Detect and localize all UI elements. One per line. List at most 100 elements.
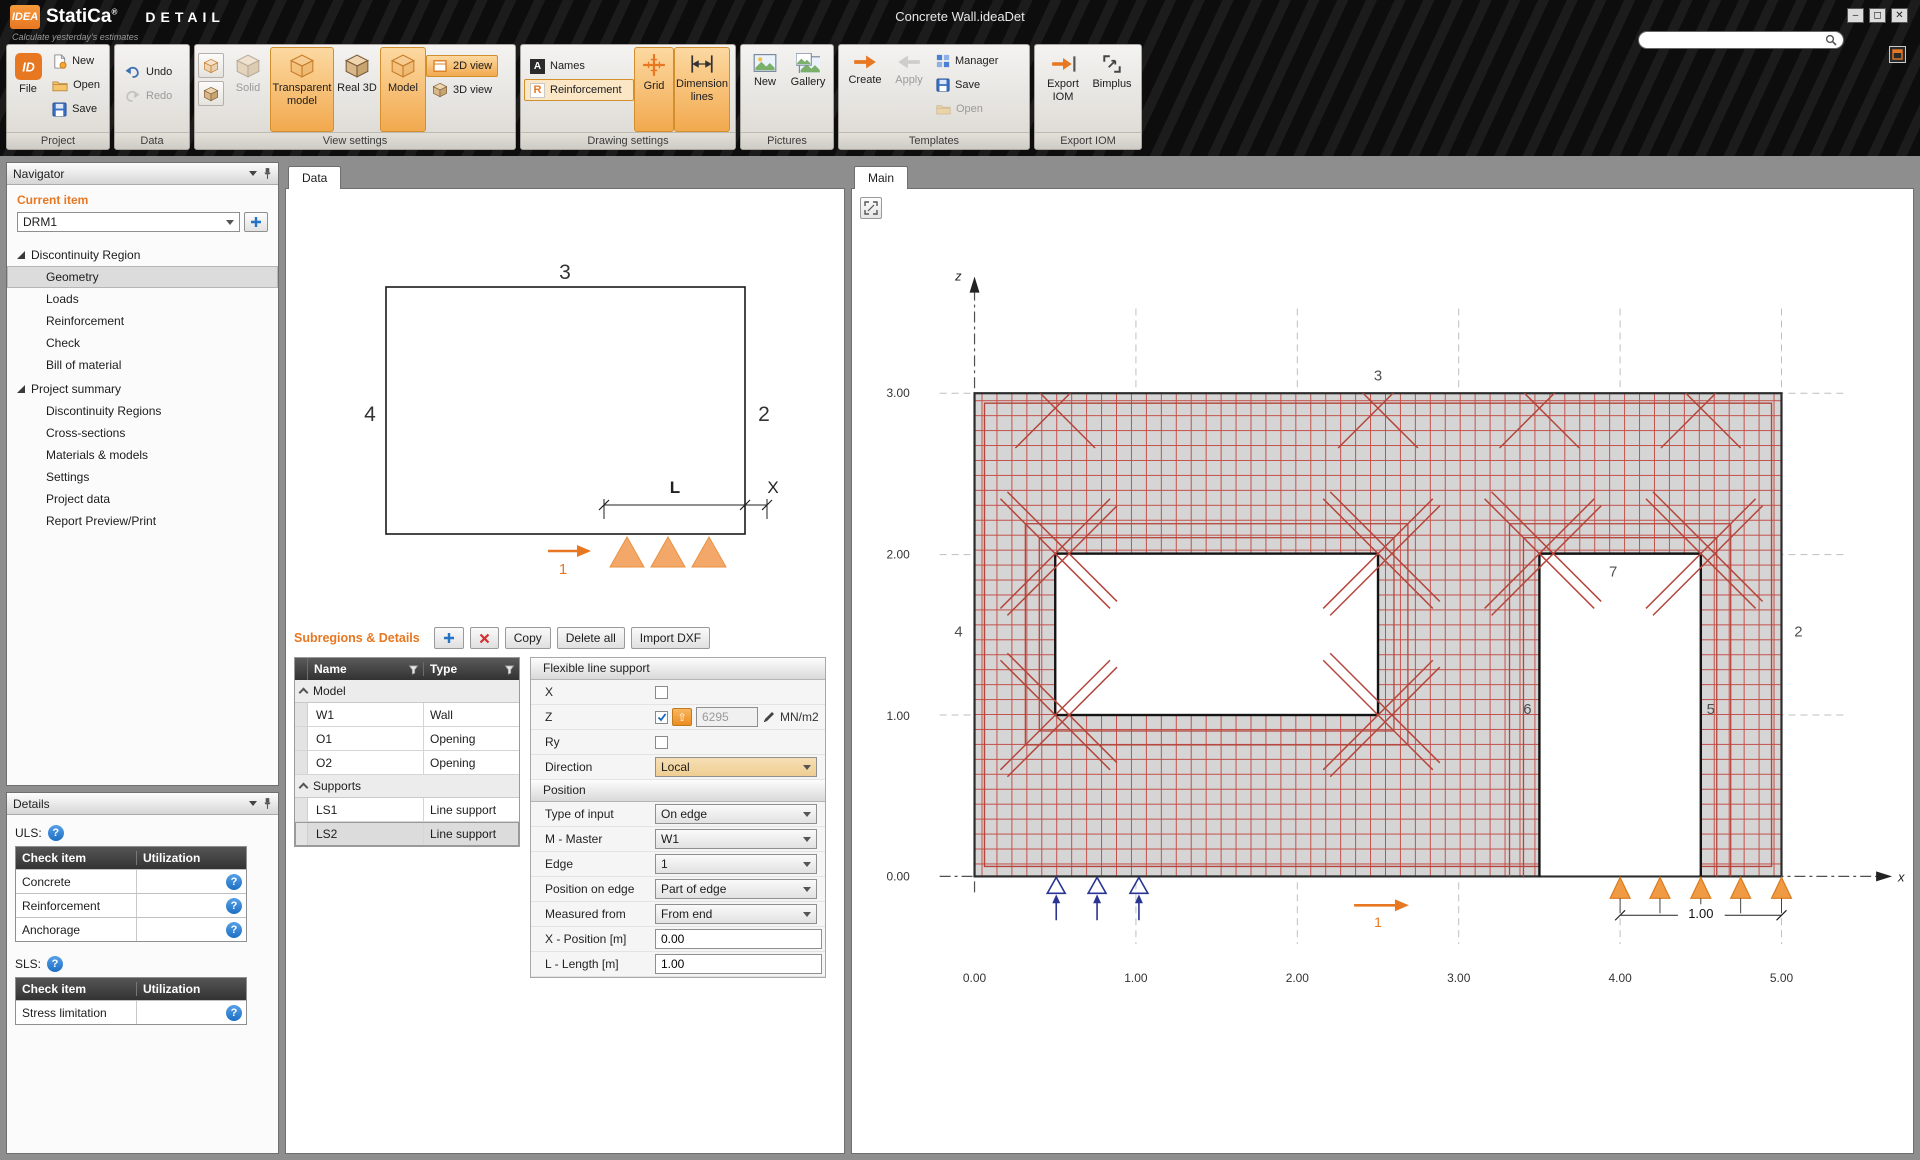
direction-select[interactable]: Local (655, 757, 817, 777)
line-support-ls2[interactable] (1610, 877, 1791, 898)
transparent-model-button[interactable]: Transparent model (270, 47, 334, 132)
delete-all-button[interactable]: Delete all (557, 627, 625, 649)
bimplus-button[interactable]: Bimplus (1088, 47, 1136, 132)
table-row-o2[interactable]: O2 Opening (295, 751, 519, 775)
group-row-supports[interactable]: Supports (295, 775, 519, 798)
template-apply-button[interactable]: Apply (888, 47, 930, 132)
filter-icon[interactable] (408, 664, 419, 675)
tree-item-project-data[interactable]: Project data (7, 488, 278, 510)
measured-from-select[interactable]: From end (655, 904, 817, 924)
maximize-button[interactable]: ◻ (1869, 8, 1886, 23)
svg-text:5.00: 5.00 (1770, 971, 1794, 985)
layout-toggle-button[interactable] (1889, 46, 1906, 63)
uls-help-icon[interactable]: ? (48, 825, 64, 841)
tree-item-report-preview-print[interactable]: Report Preview/Print (7, 510, 278, 532)
reinforcement-button[interactable]: R Reinforcement (524, 79, 634, 101)
navigator-pin-button[interactable] (263, 167, 272, 180)
names-button[interactable]: A Names (524, 55, 634, 77)
table-row-w1[interactable]: W1 Wall (295, 703, 519, 727)
edge-select[interactable]: 1 (655, 854, 817, 874)
section-position: Position (531, 780, 825, 802)
x-checkbox[interactable] (655, 686, 668, 699)
stiffness-toggle-icon[interactable]: ⇧ (672, 708, 692, 726)
add-item-button[interactable] (244, 212, 268, 232)
position-on-edge-select[interactable]: Part of edge (655, 879, 817, 899)
save-button[interactable]: Save (46, 98, 106, 120)
z-checkbox[interactable] (655, 711, 668, 724)
export-iom-button[interactable]: Export IOM (1038, 47, 1088, 132)
opening-o1[interactable] (1055, 554, 1378, 715)
view-preset-top-button[interactable] (198, 53, 224, 78)
search-input[interactable] (1639, 34, 1825, 46)
table-row-ls1[interactable]: LS1 Line support (295, 798, 519, 822)
tab-main[interactable]: Main (854, 166, 908, 189)
solid-button[interactable]: Solid (226, 47, 270, 132)
tree-item-settings[interactable]: Settings (7, 466, 278, 488)
view-3d-button[interactable]: 3D view (426, 79, 498, 101)
document-title: Concrete Wall.ideaDet (0, 9, 1920, 24)
open-button[interactable]: Open (46, 74, 106, 96)
navigator-menu-button[interactable] (249, 167, 257, 180)
master-select[interactable]: W1 (655, 829, 817, 849)
main-tabbar: Main (851, 162, 1914, 188)
type-of-input-select[interactable]: On edge (655, 804, 817, 824)
subregion-delete-button[interactable] (470, 627, 499, 649)
tree-item-check[interactable]: Check (7, 332, 278, 354)
template-open-button[interactable]: Open (930, 98, 1004, 120)
picture-new-button[interactable]: New (744, 47, 786, 132)
filter-icon[interactable] (504, 664, 515, 675)
tree-item-discontinuity-regions[interactable]: Discontinuity Regions (7, 400, 278, 422)
details-pin-button[interactable] (263, 797, 272, 810)
real-3d-button[interactable]: Real 3D (334, 47, 380, 132)
dimension-lines-button[interactable]: Dimension lines (674, 47, 730, 132)
view-preset-bottom-button[interactable] (198, 81, 224, 106)
minimize-button[interactable]: – (1847, 8, 1864, 23)
tree-group-discontinuity-region[interactable]: Discontinuity Region (7, 244, 278, 266)
l-length-input[interactable] (655, 954, 822, 974)
edit-pen-icon[interactable] (762, 710, 776, 724)
row-help-icon[interactable]: ? (226, 1005, 242, 1021)
template-create-button[interactable]: Create (842, 47, 888, 132)
x-position-input[interactable] (655, 929, 822, 949)
tree-item-geometry[interactable]: Geometry (7, 266, 278, 288)
prop-row-direction: Direction Local (531, 755, 825, 780)
group-row-model[interactable]: Model (295, 680, 519, 703)
table-row-ls2[interactable]: LS2 Line support (295, 822, 519, 846)
tree-item-reinforcement[interactable]: Reinforcement (7, 310, 278, 332)
copy-button[interactable]: Copy (505, 627, 551, 649)
search-box[interactable] (1638, 31, 1844, 49)
tree-item-materials-models[interactable]: Materials & models (7, 444, 278, 466)
tree-item-bill-of-material[interactable]: Bill of material (7, 354, 278, 376)
tree-item-loads[interactable]: Loads (7, 288, 278, 310)
close-button[interactable]: ✕ (1891, 8, 1908, 23)
template-save-button[interactable]: Save (930, 74, 1004, 96)
tree-group-project-summary[interactable]: Project summary (7, 378, 278, 400)
row-help-icon[interactable]: ? (226, 898, 242, 914)
new-button[interactable]: New (46, 50, 106, 72)
tab-data[interactable]: Data (288, 166, 341, 189)
grid-button[interactable]: Grid (634, 47, 674, 132)
redo-button[interactable]: Redo (118, 85, 178, 107)
model-button[interactable]: Model (380, 47, 426, 132)
view-2d-button[interactable]: 2D view (426, 55, 498, 77)
fit-view-button[interactable] (860, 197, 882, 219)
z-stiffness-input[interactable] (696, 707, 758, 727)
subregion-add-button[interactable] (434, 627, 464, 649)
model-view[interactable]: z x 3.00 2.00 1.00 0.00 0.00 1.00 2.00 3… (852, 189, 1913, 1153)
import-dxf-button[interactable]: Import DXF (631, 627, 710, 649)
current-item-select[interactable]: DRM1 (17, 212, 240, 232)
undo-button[interactable]: Undo (118, 61, 178, 83)
row-help-icon[interactable]: ? (226, 922, 242, 938)
tree-item-cross-sections[interactable]: Cross-sections (7, 422, 278, 444)
schematic-svg: 3 4 2 L X 1 (286, 199, 844, 619)
file-button[interactable]: ID File (10, 47, 46, 132)
prop-row-edge: Edge 1 (531, 852, 825, 877)
sls-help-icon[interactable]: ? (47, 956, 63, 972)
ry-checkbox[interactable] (655, 736, 668, 749)
details-menu-button[interactable] (249, 797, 257, 810)
gallery-button[interactable]: Gallery (786, 47, 830, 132)
template-manager-button[interactable]: Manager (930, 50, 1004, 72)
row-help-icon[interactable]: ? (226, 874, 242, 890)
table-row-o1[interactable]: O1 Opening (295, 727, 519, 751)
opening-o2[interactable] (1539, 554, 1700, 876)
